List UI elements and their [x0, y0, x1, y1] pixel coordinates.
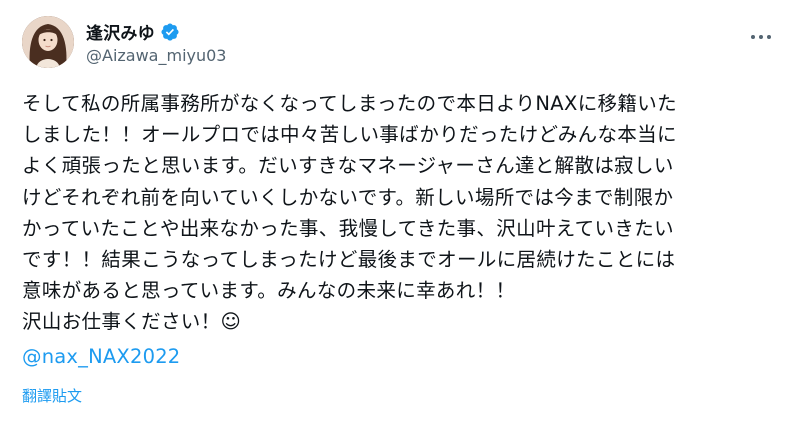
- more-horizontal-icon: [751, 35, 755, 39]
- author-names: 逢沢みゆ @Aizawa_miyu03: [86, 20, 226, 65]
- avatar-photo: [22, 16, 74, 68]
- tweet-text: そして私の所属事務所がなくなってしまったので本日よりNAXに移籍いた しました！…: [22, 88, 778, 338]
- tweet-text-line: です！！結果こうなってしまったけど最後までオールに居続けたことには: [22, 248, 676, 272]
- display-name-row: 逢沢みゆ: [86, 20, 226, 44]
- display-name[interactable]: 逢沢みゆ: [86, 19, 155, 44]
- mention-link[interactable]: @nax_NAX2022: [22, 345, 180, 368]
- tweet-text-line: けどそれぞれ前を向いていくしかないです。新しい場所では今まで制限か: [22, 185, 674, 209]
- author-handle[interactable]: @Aizawa_miyu03: [86, 46, 226, 65]
- verified-badge-icon: [160, 22, 180, 42]
- tweet-text-line: しました！！オールプロでは中々苦しい事ばかりだったけどみんな本当に: [22, 123, 677, 147]
- more-options-button[interactable]: [744, 20, 778, 54]
- tweet-text-line: 沢山お仕事ください！☺: [22, 310, 242, 334]
- avatar[interactable]: [22, 16, 74, 68]
- tweet-header: 逢沢みゆ @Aizawa_miyu03: [22, 14, 778, 70]
- translate-post-link[interactable]: 翻譯貼文: [22, 385, 82, 406]
- tweet-text-line: よく頑張ったと思います。だいすきなマネージャーさん達と解散は寂しい: [22, 154, 674, 178]
- tweet-text-line: 意味があると思っています。みんなの未来に幸あれ！！: [22, 279, 516, 303]
- tweet-text-line: そして私の所属事務所がなくなってしまったので本日よりNAXに移籍いた: [22, 92, 677, 115]
- tweet-text-line: かっていたことや出来なかった事、我慢してきた事、沢山叶えていきたい: [22, 216, 674, 240]
- tweet-card: 逢沢みゆ @Aizawa_miyu03 そして私の所属事務所がなくなってしまった…: [0, 0, 800, 429]
